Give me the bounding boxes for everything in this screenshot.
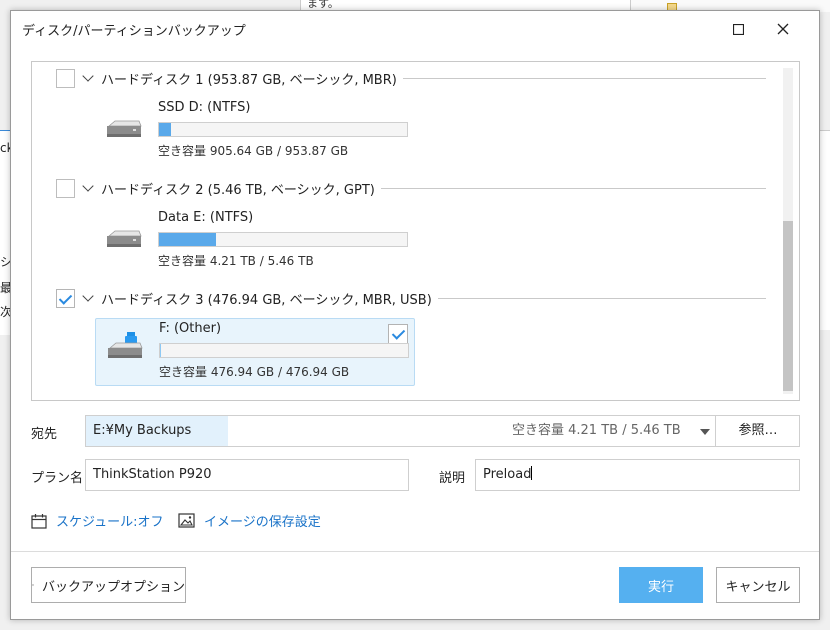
partition-ssd-d[interactable]: SSD D: (NTFS) 空き容量 905.64 GB / 953.87 GB: [95, 98, 415, 166]
image-icon: [178, 513, 195, 528]
description-input[interactable]: Preload: [475, 459, 800, 491]
partition-free-space: 空き容量 476.94 GB / 476.94 GB: [159, 365, 350, 379]
divider: [437, 297, 766, 299]
chevron-down-icon[interactable]: [82, 290, 94, 302]
disk-3-checkbox[interactable]: [56, 288, 75, 308]
backup-options-label: バックアップオプション: [41, 579, 185, 595]
backup-options-button[interactable]: バックアップオプション: [31, 567, 186, 603]
plan-name-input[interactable]: ThinkStation P920: [85, 459, 409, 491]
disk-list[interactable]: ハードディスク 1 (953.87 GB, ベーシック, MBR) SSD D:…: [31, 61, 800, 401]
scrollbar-thumb[interactable]: [783, 221, 793, 391]
disk-header-2[interactable]: ハードディスク 2 (5.46 TB, ベーシック, GPT): [56, 177, 766, 199]
disk-1-title: ハードディスク 1 (953.87 GB, ベーシック, MBR): [101, 72, 397, 88]
usb-drive-icon: [108, 332, 143, 358]
cancel-button[interactable]: キャンセル: [716, 567, 800, 603]
chevron-down-icon[interactable]: [82, 180, 94, 192]
backup-dialog: ディスク/パーティションバックアップ ハードディスク 1 (953.87 GB,…: [10, 10, 820, 620]
partition-free-space: 空き容量 4.21 TB / 5.46 TB: [158, 254, 314, 268]
disk-2-checkbox[interactable]: [56, 178, 75, 198]
usage-bar: [158, 122, 408, 137]
partition-free-space: 空き容量 905.64 GB / 953.87 GB: [158, 144, 349, 158]
schedule-link[interactable]: スケジュール:オフ: [31, 511, 163, 530]
disk-header-3[interactable]: ハードディスク 3 (476.94 GB, ベーシック, MBR, USB): [56, 287, 766, 309]
partition-name: F: (Other): [159, 321, 222, 336]
disk-3-title: ハードディスク 3 (476.94 GB, ベーシック, MBR, USB): [101, 292, 432, 308]
image-settings-link[interactable]: イメージの保存設定: [178, 511, 321, 530]
maximize-icon: [732, 23, 744, 35]
destination-label: 宛先: [31, 427, 58, 442]
hdd-icon: [107, 120, 142, 137]
usage-bar: [158, 232, 408, 247]
gear-icon: [32, 584, 34, 586]
plan-name-value: ThinkStation P920: [93, 467, 212, 482]
dialog-title: ディスク/パーティションバックアップ: [22, 24, 246, 39]
dialog-footer: バックアップオプション 実行 キャンセル: [11, 551, 819, 619]
disk-header-1[interactable]: ハードディスク 1 (953.87 GB, ベーシック, MBR): [56, 67, 766, 89]
partition-name: SSD D: (NTFS): [158, 100, 251, 115]
partition-f-other[interactable]: F: (Other) 空き容量 476.94 GB / 476.94 GB: [95, 318, 415, 386]
vertical-scrollbar[interactable]: [783, 68, 793, 394]
usage-bar-fill: [159, 233, 217, 246]
divider: [380, 187, 766, 189]
usage-bar-fill: [160, 344, 161, 357]
title-bar: ディスク/パーティションバックアップ: [11, 11, 819, 47]
run-button[interactable]: 実行: [619, 567, 703, 603]
close-button[interactable]: [768, 15, 798, 43]
partition-data-e[interactable]: Data E: (NTFS) 空き容量 4.21 TB / 5.46 TB: [95, 208, 415, 276]
destination-path[interactable]: E:¥My Backups: [86, 416, 228, 446]
disk-2-title: ハードディスク 2 (5.46 TB, ベーシック, GPT): [101, 182, 375, 198]
maximize-button[interactable]: [723, 15, 753, 43]
text-caret: [531, 466, 533, 480]
chevron-down-icon[interactable]: [82, 70, 94, 82]
description-label: 説明: [439, 471, 466, 486]
destination-dropdown-button[interactable]: [690, 416, 716, 446]
plan-name-label: プラン名: [31, 471, 84, 486]
divider: [402, 77, 766, 79]
browse-button[interactable]: 参照…: [715, 416, 800, 446]
usage-bar-fill: [159, 123, 172, 136]
destination-field[interactable]: E:¥My Backups 空き容量 4.21 TB / 5.46 TB 参照…: [85, 415, 800, 447]
partition-selected-checkbox[interactable]: [388, 324, 408, 344]
disk-1-checkbox[interactable]: [56, 68, 75, 88]
image-settings-link-label: イメージの保存設定: [204, 515, 321, 530]
hdd-icon: [107, 230, 142, 247]
usage-bar: [159, 343, 409, 358]
calendar-icon: [31, 513, 47, 529]
destination-free-space: 空き容量 4.21 TB / 5.46 TB: [512, 423, 681, 438]
description-value: Preload: [483, 467, 532, 482]
partition-name: Data E: (NTFS): [158, 210, 254, 225]
schedule-link-label: スケジュール:オフ: [56, 515, 164, 530]
close-icon: [777, 23, 789, 35]
